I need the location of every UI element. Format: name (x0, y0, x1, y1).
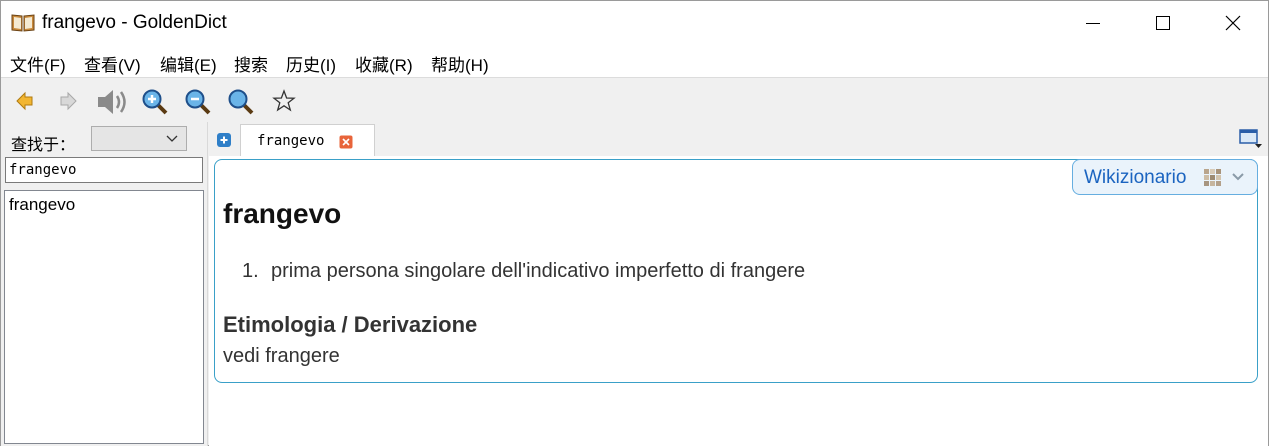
tab-frangevo[interactable]: frangevo (240, 124, 375, 157)
close-icon (1225, 15, 1241, 31)
menu-file[interactable]: 文件(F) (10, 51, 66, 76)
etymology-heading: Etimologia / Derivazione (223, 312, 478, 337)
menu-help[interactable]: 帮助(H) (431, 51, 489, 76)
tab-label: frangevo (257, 133, 325, 149)
tabs-bar: frangevo (209, 122, 1268, 157)
add-favorite-button[interactable] (269, 86, 299, 116)
window-title: frangevo - GoldenDict (42, 12, 227, 33)
dictionary-name-tag[interactable]: Wikizionario (1072, 159, 1258, 195)
zoom-out-button[interactable] (182, 86, 212, 116)
menu-edit[interactable]: 编辑(E) (160, 51, 217, 76)
article-view: Wikizionario frangevo 1. prima persona s… (209, 156, 1268, 446)
dictionary-icon (1203, 168, 1223, 188)
back-button[interactable] (10, 86, 40, 116)
search-pane: 查找于： frangevo frangevo (1, 122, 208, 446)
forward-arrow-icon (60, 91, 77, 111)
look-in-label: 查找于： (11, 137, 76, 154)
tabs-list-button[interactable] (1239, 128, 1263, 150)
dictionary-group-select[interactable] (91, 126, 187, 151)
search-input[interactable]: frangevo (5, 157, 203, 183)
minimize-button[interactable] (1058, 1, 1128, 45)
plus-icon (217, 133, 231, 147)
etymology-text: vedi frangere (223, 345, 340, 367)
menu-favorites[interactable]: 收藏(R) (355, 51, 413, 76)
back-arrow-icon (16, 91, 33, 111)
zoom-in-button[interactable] (139, 86, 169, 116)
goldendict-window: frangevo - GoldenDict 文件(F) 查看(V) 编辑(E) … (0, 0, 1269, 446)
toolbar (1, 77, 1268, 122)
chevron-down-icon (166, 135, 178, 142)
new-tab-button[interactable] (216, 132, 232, 148)
tabs-list-icon (1239, 129, 1262, 148)
menu-search[interactable]: 搜索 (234, 51, 268, 76)
menu-history[interactable]: 历史(I) (286, 51, 336, 76)
menu-bar: 文件(F) 查看(V) 编辑(E) 搜索 历史(I) 收藏(R) 帮助(H) (1, 45, 1268, 77)
title-bar: frangevo - GoldenDict (1, 1, 1268, 45)
collapse-chevron-icon[interactable] (1231, 171, 1245, 183)
menu-view[interactable]: 查看(V) (84, 51, 141, 76)
close-button[interactable] (1198, 1, 1268, 45)
headword: frangevo (223, 198, 342, 229)
dictionary-name: Wikizionario (1084, 167, 1187, 188)
maximize-icon (1156, 16, 1170, 30)
word-list-item[interactable]: frangevo (9, 195, 75, 215)
word-list[interactable]: frangevo (4, 190, 204, 444)
dictionary-article: Wikizionario frangevo 1. prima persona s… (214, 159, 1258, 383)
book-icon (11, 12, 35, 32)
zoom-reset-icon (228, 89, 254, 115)
pronounce-button[interactable] (94, 86, 126, 116)
definition-number: 1. (242, 260, 259, 282)
close-tab-icon (339, 135, 353, 149)
speaker-icon (98, 90, 126, 114)
favorite-star-icon (272, 89, 296, 112)
zoom-in-icon (142, 89, 168, 115)
zoom-out-icon (185, 89, 211, 115)
forward-button[interactable] (53, 86, 83, 116)
tab-close-button[interactable] (339, 134, 353, 149)
maximize-button[interactable] (1128, 1, 1198, 45)
definition-text: prima persona singolare dell'indicativo … (271, 260, 806, 282)
minimize-icon (1086, 23, 1100, 24)
zoom-reset-button[interactable] (225, 86, 255, 116)
